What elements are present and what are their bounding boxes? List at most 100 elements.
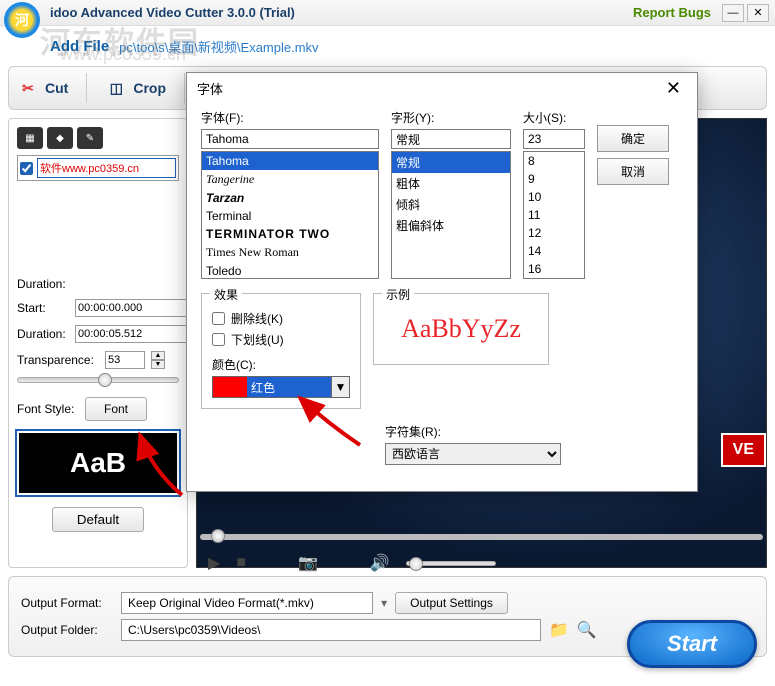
- font-button[interactable]: Font: [85, 397, 147, 421]
- strike-row: 删除线(K): [212, 310, 350, 327]
- volume-icon[interactable]: 🔊: [370, 553, 390, 573]
- size-list[interactable]: 8 9 10 11 12 14 16: [523, 151, 585, 279]
- color-value: 红色: [247, 377, 331, 397]
- transparence-spinner[interactable]: ▲▼: [151, 351, 165, 369]
- size-item[interactable]: 12: [524, 224, 584, 242]
- dialog-body: 字体(F): Tahoma Tangerine Tarzan Terminal …: [187, 103, 697, 491]
- font-item-terminal[interactable]: Terminal: [202, 207, 378, 225]
- start-label: Start:: [17, 301, 69, 315]
- font-item-times[interactable]: Times New Roman: [202, 243, 378, 262]
- play-icon[interactable]: ▶: [208, 553, 220, 573]
- size-item[interactable]: 16: [524, 260, 584, 278]
- output-format-dropdown-icon[interactable]: ▾: [381, 596, 387, 610]
- style-item-regular[interactable]: 常规: [392, 152, 510, 173]
- timeline-thumb[interactable]: [211, 529, 225, 543]
- font-list[interactable]: Tahoma Tangerine Tarzan Terminal TERMINA…: [201, 151, 379, 279]
- volume-thumb[interactable]: [409, 557, 423, 571]
- dialog-title: 字体: [197, 79, 223, 98]
- style-input[interactable]: [391, 129, 511, 149]
- bottom-panel: Output Format: ▾ Output Settings Start O…: [8, 576, 767, 657]
- tool-icon-3[interactable]: ✎: [77, 127, 103, 149]
- tool-icon-2[interactable]: ◆: [47, 127, 73, 149]
- color-swatch-icon: [213, 377, 247, 397]
- start-button[interactable]: Start: [627, 620, 757, 668]
- transparence-slider-thumb[interactable]: [98, 373, 112, 387]
- app-logo-icon: 河: [4, 2, 40, 38]
- ok-button[interactable]: 确定: [597, 125, 669, 152]
- size-input[interactable]: [523, 129, 585, 149]
- watermark-text-value[interactable]: 软件www.pc0359.cn: [37, 158, 176, 178]
- button-column: 确定 取消: [597, 109, 677, 279]
- titlebar: 河 idoo Advanced Video Cutter 3.0.0 (Tria…: [0, 0, 775, 26]
- effect-legend: 效果: [210, 286, 242, 303]
- size-item[interactable]: 14: [524, 242, 584, 260]
- size-item[interactable]: 9: [524, 170, 584, 188]
- style-list[interactable]: 常规 粗体 倾斜 粗偏斜体: [391, 151, 511, 279]
- charset-row: 字符集(R): 西欧语言: [385, 409, 683, 465]
- size-item[interactable]: 10: [524, 188, 584, 206]
- font-item-tangerine[interactable]: Tangerine: [202, 170, 378, 189]
- default-button[interactable]: Default: [52, 507, 144, 532]
- output-folder-label: Output Folder:: [21, 623, 113, 637]
- output-format-row: Output Format: ▾ Output Settings Start: [21, 592, 754, 614]
- style-item-bolditalic[interactable]: 粗偏斜体: [392, 215, 510, 236]
- crop-label: Crop: [133, 80, 166, 96]
- color-dropdown-icon[interactable]: ▼: [331, 377, 349, 397]
- start-label: Start: [667, 631, 717, 657]
- color-label: 颜色(C):: [212, 356, 350, 373]
- font-item-tahoma[interactable]: Tahoma: [202, 152, 378, 170]
- strike-label: 删除线(K): [231, 310, 283, 327]
- cut-label: Cut: [45, 80, 68, 96]
- strike-checkbox[interactable]: [212, 312, 225, 325]
- camera-icon[interactable]: 📷: [298, 553, 318, 573]
- fontstyle-label: Font Style:: [17, 402, 79, 416]
- underline-row: 下划线(U): [212, 331, 350, 348]
- dialog-close-button[interactable]: ✕: [660, 78, 687, 99]
- watermark-item-row: 软件www.pc0359.cn: [17, 155, 179, 181]
- volume-slider[interactable]: [406, 561, 496, 566]
- video-live-badge: VE: [721, 433, 766, 467]
- font-item-toledo[interactable]: Toledo: [202, 262, 378, 279]
- watermark-checkbox[interactable]: [20, 162, 33, 175]
- timeline-slider[interactable]: [200, 534, 763, 540]
- transparence-label: Transparence:: [17, 353, 99, 367]
- folder-open-icon[interactable]: 📁: [549, 620, 569, 640]
- tool-icon-1[interactable]: ▦: [17, 127, 43, 149]
- stop-icon[interactable]: ■: [236, 554, 246, 572]
- style-column: 字形(Y): 常规 粗体 倾斜 粗偏斜体: [391, 109, 511, 279]
- style-item-italic[interactable]: 倾斜: [392, 194, 510, 215]
- font-input[interactable]: [201, 129, 379, 149]
- fontstyle-row: Font Style: Font: [17, 397, 179, 421]
- app-title: idoo Advanced Video Cutter 3.0.0 (Trial): [50, 5, 295, 20]
- close-button[interactable]: ✕: [747, 4, 769, 22]
- left-icon-row: ▦ ◆ ✎: [17, 127, 179, 149]
- output-settings-button[interactable]: Output Settings: [395, 592, 508, 614]
- font-item-tarzan[interactable]: Tarzan: [202, 189, 378, 207]
- style-item-bold[interactable]: 粗体: [392, 173, 510, 194]
- size-item[interactable]: 8: [524, 152, 584, 170]
- report-bugs-link[interactable]: Report Bugs: [633, 5, 711, 20]
- charset-select[interactable]: 西欧语言: [385, 443, 561, 465]
- crop-icon: ◫: [105, 77, 127, 99]
- color-combo[interactable]: 红色 ▼: [212, 376, 350, 398]
- addfile-label[interactable]: Add File: [50, 38, 109, 55]
- font-columns: 字体(F): Tahoma Tangerine Tarzan Terminal …: [201, 109, 683, 279]
- minimize-button[interactable]: —: [722, 4, 744, 22]
- playback-controls: ▶ ■ 📷 🔊: [200, 548, 763, 578]
- transparence-input[interactable]: [105, 351, 145, 369]
- sample-text: AaBbYyZz: [384, 314, 538, 344]
- font-dialog: 字体 ✕ 字体(F): Tahoma Tangerine Tarzan Term…: [186, 72, 698, 492]
- crop-button[interactable]: ◫ Crop: [105, 77, 166, 99]
- transparence-slider[interactable]: [17, 377, 179, 383]
- addfile-row: Add File pc\too\s\桌面\新视频\Example.mkv: [0, 26, 775, 66]
- underline-checkbox[interactable]: [212, 333, 225, 346]
- output-folder-input[interactable]: [121, 619, 541, 641]
- underline-label: 下划线(U): [231, 331, 284, 348]
- search-icon[interactable]: 🔍: [577, 620, 597, 640]
- dialog-titlebar: 字体 ✕: [187, 73, 697, 103]
- font-item-terminator[interactable]: TERMINATOR TWO: [202, 225, 378, 243]
- cut-button[interactable]: ✂ Cut: [17, 77, 68, 99]
- cancel-button[interactable]: 取消: [597, 158, 669, 185]
- output-format-input[interactable]: [121, 592, 373, 614]
- size-item[interactable]: 11: [524, 206, 584, 224]
